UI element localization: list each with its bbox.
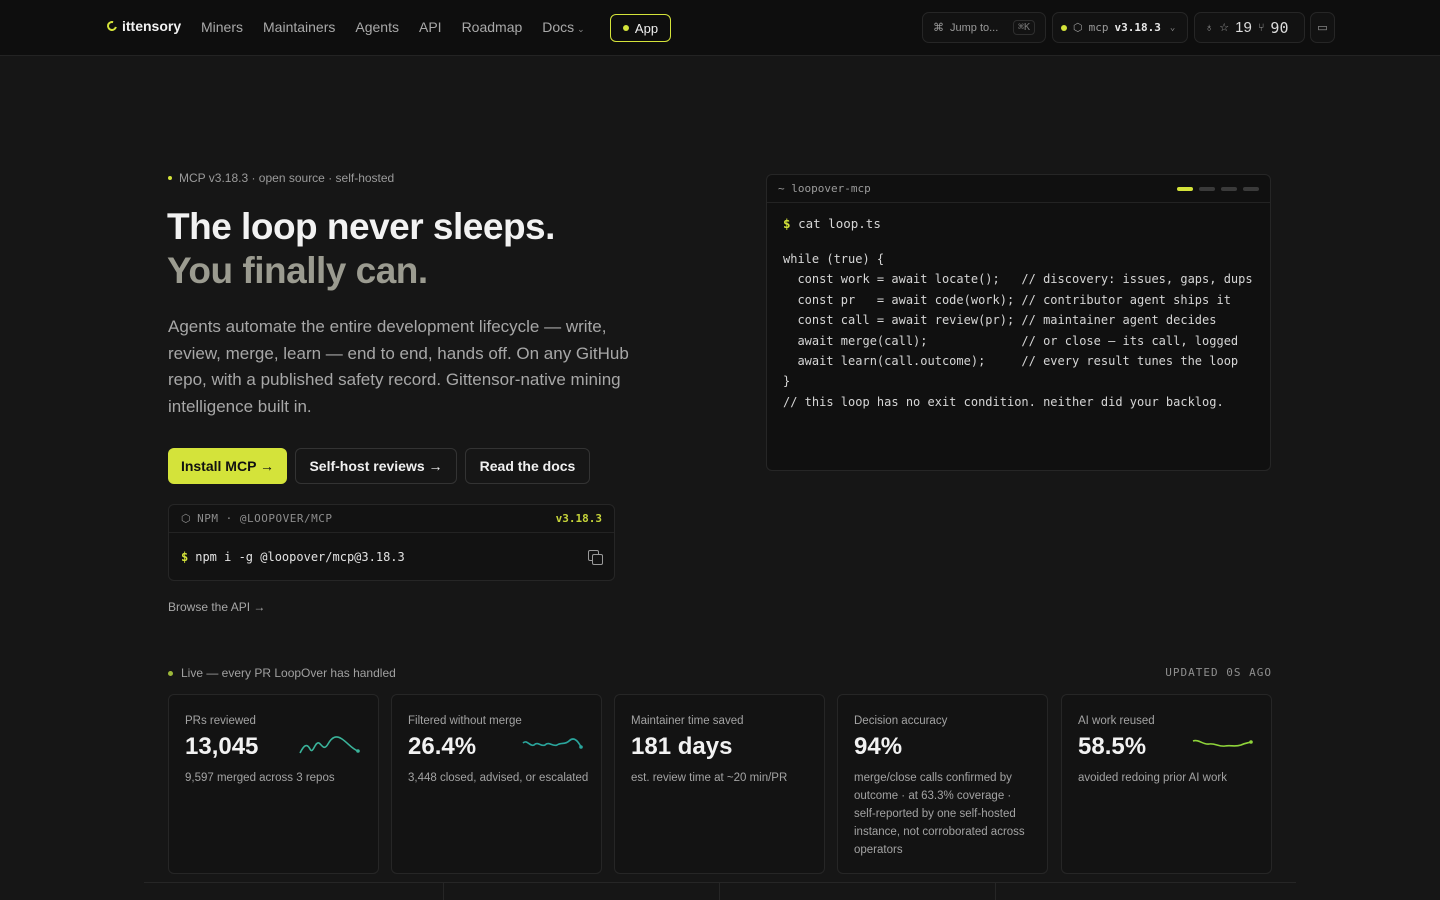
hero-eyebrow: MCP v3.18.3 · open source · self-hosted: [168, 171, 394, 185]
npm-version: v3.18.3: [555, 512, 602, 525]
stat-description: 3,448 closed, advised, or escalated: [408, 772, 589, 784]
self-host-reviews-button[interactable]: Self-host reviews →: [295, 448, 457, 484]
eyebrow-text: MCP v3.18.3 · open source · self-hosted: [179, 171, 395, 185]
divider-tick: [719, 882, 720, 900]
chevron-down-icon: ⌄: [577, 24, 585, 34]
stat-description: 9,597 merged across 3 repos: [185, 772, 335, 784]
slide-indicators: [1177, 186, 1259, 191]
stat-label: Filtered without merge: [408, 715, 522, 727]
brand-name: ittensory: [122, 18, 182, 34]
stat-label: Maintainer time saved: [631, 715, 744, 727]
stat-value: 181 days: [631, 733, 733, 760]
fork-count: 90: [1270, 18, 1289, 37]
stat-label: Decision accuracy: [854, 715, 948, 727]
terminal-header: ~ loopover-mcp: [767, 175, 1270, 203]
nav-link-agents[interactable]: Agents: [355, 19, 399, 35]
brand-logo[interactable]: ittensory: [105, 18, 182, 34]
shell-prompt: $: [783, 216, 791, 231]
stat-card-filtered: Filtered without merge 26.4% 3,448 close…: [391, 694, 602, 874]
jump-shortcut: ⌘K: [1012, 20, 1035, 35]
mcp-version-select[interactable]: ⬡ mcp v3.18.3 ⌄: [1052, 12, 1188, 43]
stat-description: merge/close calls confirmed by outcome ·…: [854, 772, 1025, 856]
status-dot-icon: [622, 25, 629, 31]
read-docs-button[interactable]: Read the docs: [465, 448, 590, 484]
app-button[interactable]: App: [610, 14, 671, 42]
npm-install-command: $ npm i -g @loopover/mcp@3.18.3: [169, 533, 614, 581]
live-stats-label: Live — every PR LoopOver has handled: [168, 666, 396, 680]
terminal-title: ~ loopover-mcp: [778, 182, 871, 195]
stat-card-prs-reviewed: PRs reviewed 13,045 9,597 merged across …: [168, 694, 379, 874]
slide-indicator-2[interactable]: [1199, 186, 1215, 191]
stat-card-time-saved: Maintainer time saved 181 days est. revi…: [614, 694, 825, 874]
hero-description: Agents automate the entire development l…: [168, 317, 629, 416]
sidebar-toggle-button[interactable]: ▭: [1310, 12, 1335, 43]
package-icon: ⬡: [181, 512, 192, 525]
section-divider: [144, 882, 1296, 883]
jump-to-search[interactable]: ⌘ Jump to... ⌘K: [922, 12, 1046, 43]
updated-timestamp: UPDATED 0S AGO: [1165, 666, 1272, 679]
code-terminal: ~ loopover-mcp $ cat loop.ts while (true…: [766, 174, 1271, 471]
npm-package-label: NPM · @LOOPOVER/MCP: [197, 512, 333, 525]
hero-title-line2: You finally can.: [167, 250, 428, 291]
star-icon: ☆: [1219, 22, 1230, 34]
nav-link-docs[interactable]: Docs ⌄: [542, 19, 584, 35]
hero-title-line1: The loop never sleeps.: [167, 206, 555, 247]
app-button-label: App: [634, 20, 659, 36]
divider-tick: [443, 882, 444, 900]
jump-to-label: Jump to...: [950, 21, 999, 34]
package-icon: ⬡: [1073, 21, 1083, 34]
npm-install-header: ⬡ NPM · @LOOPOVER/MCP v3.18.3: [169, 505, 614, 533]
nav-link-api[interactable]: API: [419, 19, 442, 35]
chevron-down-icon: ⌄: [1169, 22, 1176, 33]
live-stats-text: Live — every PR LoopOver has handled: [181, 666, 396, 680]
nav-link-maintainers[interactable]: Maintainers: [263, 19, 335, 35]
top-nav: ittensory Miners Maintainers Agents API …: [0, 0, 1440, 56]
status-dot-icon: [1061, 24, 1067, 31]
npm-install-box: ⬡ NPM · @LOOPOVER/MCP v3.18.3 $ npm i -g…: [168, 504, 615, 581]
divider-tick: [995, 882, 996, 900]
stat-card-decision-accuracy: Decision accuracy 94% merge/close calls …: [837, 694, 1048, 874]
panel-icon: ▭: [1317, 22, 1328, 34]
stat-value: 13,045: [185, 733, 259, 760]
nav-links: Miners Maintainers Agents API Roadmap Do…: [201, 19, 585, 35]
stat-description: avoided redoing prior AI work: [1078, 772, 1227, 784]
nav-link-roadmap[interactable]: Roadmap: [462, 19, 523, 35]
install-mcp-button[interactable]: Install MCP →: [168, 448, 287, 484]
live-dot-icon: [168, 670, 173, 676]
github-stats[interactable]: ♁ ☆ 19 ⑂ 90: [1194, 12, 1305, 43]
github-icon: ♁: [1205, 21, 1214, 34]
stat-label: PRs reviewed: [185, 715, 256, 727]
nav-link-docs-label: Docs: [542, 19, 575, 35]
mcp-version: v3.18.3: [1114, 21, 1161, 34]
terminal-command: $ cat loop.ts: [783, 216, 881, 231]
mcp-label: mcp: [1088, 21, 1109, 34]
browse-api-link[interactable]: Browse the API →: [168, 600, 265, 614]
terminal-code: while (true) { const work = await locate…: [783, 252, 1253, 409]
logo-icon: [105, 19, 119, 33]
stat-label: AI work reused: [1078, 715, 1155, 727]
slide-indicator-1[interactable]: [1177, 186, 1193, 191]
sparkline-chart: [522, 738, 583, 749]
stat-description: est. review time at ~20 min/PR: [631, 772, 788, 784]
terminal-command-text: cat loop.ts: [798, 216, 881, 231]
nav-link-miners[interactable]: Miners: [201, 19, 243, 35]
star-count: 19: [1235, 19, 1252, 36]
npm-command-text: npm i -g @loopover/mcp@3.18.3: [195, 550, 405, 564]
sparkline-chart: [299, 736, 360, 754]
command-icon: ⌘: [933, 22, 944, 34]
stat-value: 94%: [854, 733, 903, 760]
slide-indicator-3[interactable]: [1221, 186, 1237, 191]
bullet-icon: [168, 176, 172, 180]
fork-icon: ⑂: [1257, 21, 1265, 34]
shell-prompt: $: [181, 550, 189, 564]
stat-value: 58.5%: [1078, 733, 1147, 760]
sparkline-chart: [1192, 739, 1253, 747]
stat-card-ai-work-reused: AI work reused 58.5% avoided redoing pri…: [1061, 694, 1272, 874]
copy-icon[interactable]: [588, 550, 603, 565]
stat-value: 26.4%: [408, 733, 477, 760]
slide-indicator-4[interactable]: [1243, 186, 1259, 191]
